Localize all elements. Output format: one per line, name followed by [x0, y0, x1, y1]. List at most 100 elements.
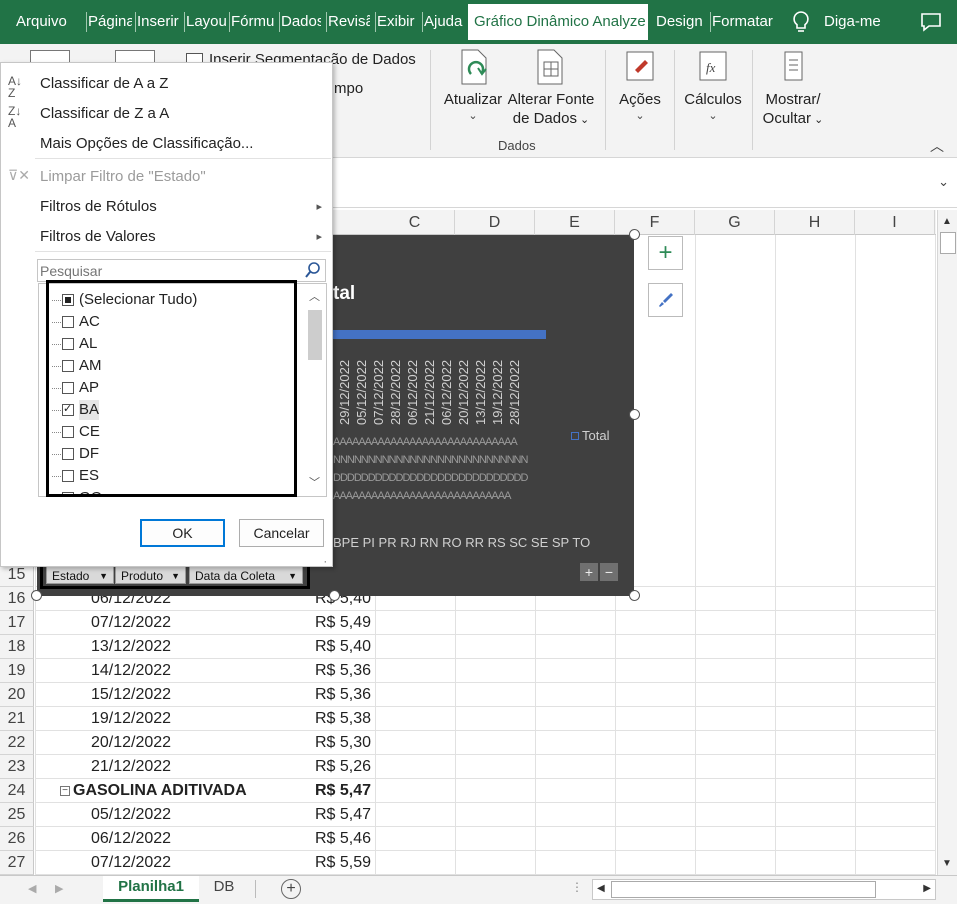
value-cell[interactable]: R$ 5,59 — [315, 851, 371, 875]
ok-button[interactable]: OK — [140, 519, 225, 547]
tab-11[interactable]: Formatar — [712, 0, 776, 44]
resize-handle-bottom[interactable] — [329, 590, 340, 601]
calculations-button[interactable]: fx Cálculos ⌄ — [682, 48, 744, 122]
cancel-button[interactable]: Cancelar — [239, 519, 324, 547]
date-cell[interactable]: 19/12/2022 — [91, 707, 171, 731]
value-cell[interactable]: R$ 5,30 — [315, 731, 371, 755]
date-cell[interactable]: 14/12/2022 — [91, 659, 171, 683]
refresh-button[interactable]: Atualizar ⌄ — [440, 48, 506, 122]
value-cell[interactable]: R$ 5,26 — [315, 755, 371, 779]
value-cell[interactable]: R$ 5,47 — [315, 803, 371, 827]
scroll-up-icon[interactable]: ︿ — [309, 288, 320, 304]
row-header[interactable]: 24 — [0, 779, 34, 803]
expand-field-button[interactable]: + — [580, 563, 598, 581]
date-cell[interactable]: 06/12/2022 — [91, 827, 171, 851]
column-header-h[interactable]: H — [775, 210, 855, 235]
insert-timeline-label[interactable]: mpo — [334, 80, 363, 97]
row-header[interactable]: 25 — [0, 803, 34, 827]
expand-formula-bar-icon[interactable]: ⌄ — [938, 174, 949, 190]
collapse-group-icon[interactable]: − — [60, 786, 70, 796]
scroll-down-icon[interactable]: ▼ — [942, 858, 952, 869]
vertical-scrollbar[interactable]: ▲ ▼ — [937, 210, 957, 875]
value-cell[interactable]: R$ 5,36 — [315, 659, 371, 683]
tab-9[interactable]: Gráfico Dinâmico Analyze — [468, 4, 648, 40]
add-sheet-icon[interactable]: + — [281, 879, 301, 899]
resize-handle-right[interactable] — [629, 409, 640, 420]
collapse-ribbon-icon[interactable]: ︿ — [930, 136, 944, 156]
tab-6[interactable]: Revisã — [328, 0, 370, 44]
tab-10[interactable]: Design — [656, 0, 706, 44]
row-header[interactable]: 17 — [0, 611, 34, 635]
date-cell[interactable]: 21/12/2022 — [91, 755, 171, 779]
row-header[interactable]: 20 — [0, 683, 34, 707]
field-button-1[interactable]: Produto ▼ — [115, 566, 186, 584]
horizontal-scrollbar[interactable]: ◀ ▶ — [592, 879, 936, 900]
split-handle-icon[interactable]: ⋮ — [571, 880, 583, 894]
group-label[interactable]: GASOLINA ADITIVADA — [73, 779, 247, 803]
clear-filter[interactable]: Limpar Filtro de "Estado" — [40, 167, 206, 187]
row-header[interactable]: 21 — [0, 707, 34, 731]
chart-styles-button[interactable] — [648, 283, 683, 317]
resize-grip-icon[interactable]: ⠄ — [323, 555, 330, 566]
scroll-thumb[interactable] — [308, 310, 322, 360]
row-header[interactable]: 22 — [0, 731, 34, 755]
date-cell[interactable]: 05/12/2022 — [91, 803, 171, 827]
tab-0[interactable]: Arquivo — [16, 0, 76, 44]
sheet-tab-planilha1[interactable]: Planilha1 — [103, 876, 199, 902]
scroll-thumb[interactable] — [940, 232, 956, 254]
column-header-i[interactable]: I — [855, 210, 935, 235]
chart-elements-button[interactable]: + — [648, 236, 683, 270]
date-cell[interactable]: 15/12/2022 — [91, 683, 171, 707]
sheet-tab-db[interactable]: DB — [201, 876, 247, 902]
row-header[interactable]: 16 — [0, 587, 34, 611]
tab-7[interactable]: Exibir — [377, 0, 417, 44]
value-cell[interactable]: R$ 5,47 — [315, 779, 371, 803]
search-box[interactable] — [37, 259, 326, 282]
value-cell[interactable]: R$ 5,46 — [315, 827, 371, 851]
sort-a-to-z[interactable]: Classificar de A a Z — [40, 74, 168, 94]
row-header[interactable]: 27 — [0, 851, 34, 875]
tell-me-search[interactable]: Diga-me — [824, 0, 881, 44]
value-filters[interactable]: Filtros de Valores — [40, 227, 156, 247]
column-header-g[interactable]: G — [695, 210, 775, 235]
scroll-down-icon[interactable]: ﹀ — [309, 474, 320, 490]
resize-handle-bottom-right[interactable] — [629, 590, 640, 601]
value-cell[interactable]: R$ 5,49 — [315, 611, 371, 635]
sort-z-to-a[interactable]: Classificar de Z a A — [40, 104, 169, 124]
column-header-d[interactable]: D — [455, 210, 535, 235]
column-header-f[interactable]: F — [615, 210, 695, 235]
scroll-left-icon[interactable]: ◀ — [597, 883, 605, 894]
h-scroll-thumb[interactable] — [611, 881, 876, 898]
row-header[interactable]: 19 — [0, 659, 34, 683]
row-header[interactable]: 23 — [0, 755, 34, 779]
list-scrollbar[interactable]: ︿ ﹀ — [304, 284, 326, 496]
value-cell[interactable]: R$ 5,36 — [315, 683, 371, 707]
value-cell[interactable]: R$ 5,40 — [315, 635, 371, 659]
more-sort-options[interactable]: Mais Opções de Classificação... — [40, 134, 253, 154]
tab-1[interactable]: Página — [88, 0, 132, 44]
tab-2[interactable]: Inserir — [137, 0, 179, 44]
scroll-up-icon[interactable]: ▲ — [942, 216, 952, 227]
scroll-right-icon[interactable]: ▶ — [923, 883, 931, 894]
scroll-sheets-right-icon[interactable]: ▶ — [55, 882, 63, 895]
date-cell[interactable]: 07/12/2022 — [91, 851, 171, 875]
tab-4[interactable]: Fórmu — [231, 0, 274, 44]
tab-5[interactable]: Dados — [281, 0, 321, 44]
tab-3[interactable]: Layou — [186, 0, 226, 44]
change-data-source-button[interactable]: Alterar Fonte de Dados ⌄ — [505, 48, 597, 130]
column-header-e[interactable]: E — [535, 210, 615, 235]
field-button-0[interactable]: Estado ▼ — [46, 566, 114, 584]
date-cell[interactable]: 13/12/2022 — [91, 635, 171, 659]
resize-handle-top-right[interactable] — [629, 229, 640, 240]
collapse-field-button[interactable]: − — [600, 563, 618, 581]
actions-button[interactable]: Ações ⌄ — [614, 48, 666, 122]
lightbulb-icon[interactable] — [790, 10, 812, 34]
scroll-sheets-left-icon[interactable]: ◀ — [28, 882, 36, 895]
row-header[interactable]: 26 — [0, 827, 34, 851]
show-hide-button[interactable]: Mostrar/ Ocultar ⌄ — [760, 48, 826, 130]
resize-handle-bottom-left[interactable] — [31, 590, 42, 601]
date-cell[interactable]: 20/12/2022 — [91, 731, 171, 755]
column-header-c[interactable]: C — [375, 210, 455, 235]
label-filters[interactable]: Filtros de Rótulos — [40, 197, 157, 217]
row-header[interactable]: 18 — [0, 635, 34, 659]
